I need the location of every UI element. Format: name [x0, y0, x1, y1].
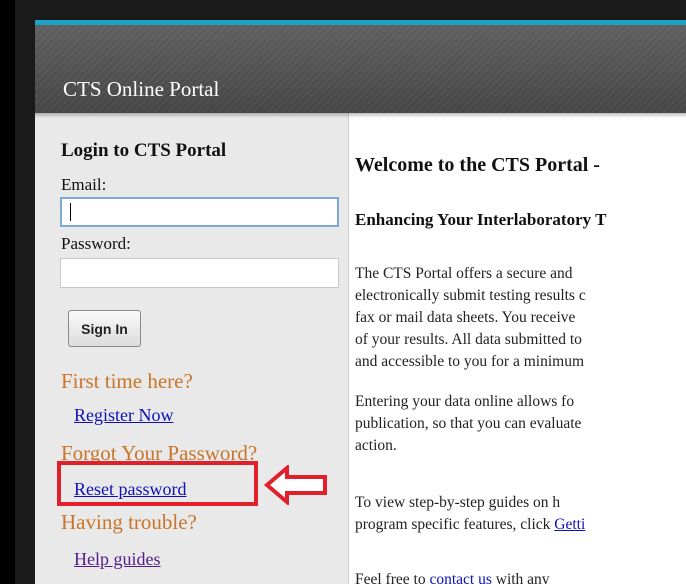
contact-prefix: Feel free to [355, 571, 430, 584]
guides-line: program specific features, click Getti [355, 514, 686, 536]
portal-title: CTS Online Portal [63, 77, 220, 101]
main-content: Welcome to the CTS Portal - Enhancing Yo… [348, 113, 686, 584]
sign-in-button[interactable]: Sign In [68, 310, 141, 347]
contact-us-link[interactable]: contact us [429, 571, 491, 584]
help-guides-link[interactable]: Help guides [74, 549, 160, 570]
guides-line-text: program specific features, click [355, 516, 555, 533]
portal-header: CTS Online Portal [35, 25, 686, 113]
first-time-heading: First time here? [61, 369, 193, 393]
window-frame: CTS Online Portal Welcome to the CTS Por… [15, 0, 686, 584]
intro-line: of your results. All data submitted to [355, 331, 582, 348]
guides-paragraph: To view step-by-step guides on h program… [355, 492, 686, 536]
password-input[interactable] [60, 258, 339, 288]
intro-line: The CTS Portal offers a secure and [355, 265, 573, 282]
contact-suffix: with any [491, 571, 550, 584]
online-line: publication, so that you can evaluate [355, 415, 582, 432]
email-label: Email: [61, 175, 107, 194]
online-line: action. [355, 437, 397, 454]
email-input[interactable] [60, 197, 339, 227]
left-arrow-icon [263, 465, 327, 505]
having-trouble-heading: Having trouble? [61, 510, 197, 534]
login-title: Login to CTS Portal [61, 140, 227, 161]
intro-line: fax or mail data sheets. You receive [355, 309, 576, 326]
welcome-heading: Welcome to the CTS Portal - [355, 154, 600, 176]
getting-started-link[interactable]: Getti [554, 516, 585, 533]
online-paragraph: Entering your data online allows fo publ… [355, 391, 686, 457]
online-line: Entering your data online allows fo [355, 393, 575, 410]
register-now-link[interactable]: Register Now [74, 405, 173, 426]
highlight-box [57, 461, 258, 506]
contact-paragraph: Feel free to contact us with any [355, 569, 686, 584]
contact-line: Feel free to contact us with any [355, 569, 686, 584]
password-label: Password: [61, 234, 131, 253]
intro-line: electronically submit testing results c [355, 287, 586, 304]
welcome-subheading: Enhancing Your Interlaboratory T [355, 210, 607, 229]
text-caret [70, 203, 71, 221]
intro-line: and accessible to you for a minimum [355, 353, 584, 370]
guides-line: To view step-by-step guides on h [355, 494, 561, 511]
intro-paragraph: The CTS Portal offers a secure and elect… [355, 263, 686, 373]
